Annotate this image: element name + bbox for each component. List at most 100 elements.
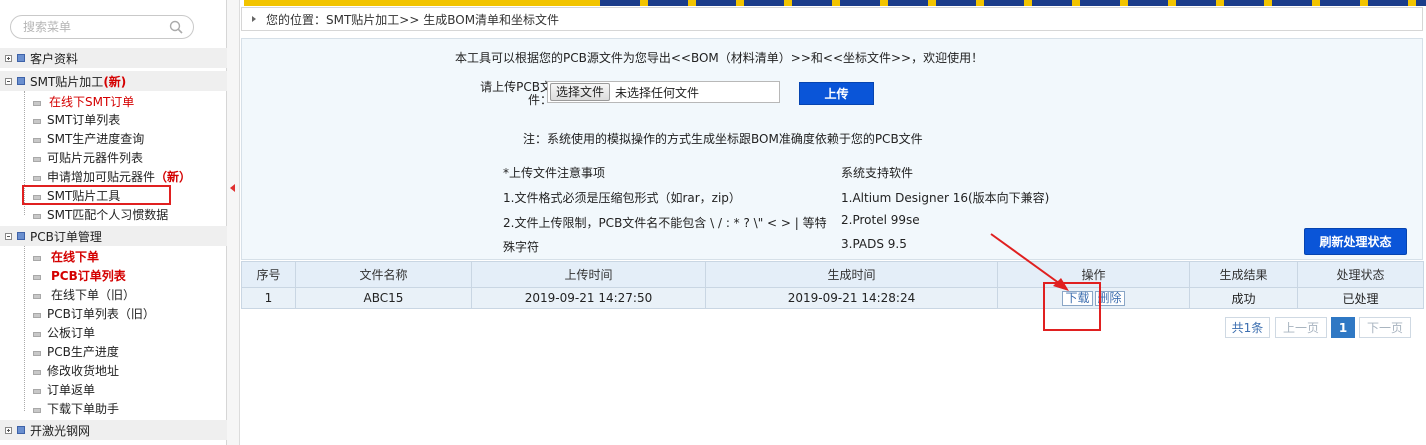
intro-text: 本工具可以根据您的PCB源文件为您导出<<BOM（材料清单）>>和<<坐标文件>… [455,51,984,65]
sidebar-item-smt-order-list[interactable]: SMT订单列表 [33,110,120,128]
menu-group-customer[interactable]: 客户资料 [0,48,227,68]
column-header: 文件名称 [295,261,472,288]
sidebar-item-online-smt-order[interactable]: 在线下SMT订单 [33,92,134,110]
page-icon [33,331,41,337]
sidebar-item-label: 可贴片元器件列表 [47,150,144,165]
new-tag: （新） [155,169,192,184]
page-icon [33,213,41,219]
cell-upload-time: 2019-09-21 14:27:50 [471,287,706,309]
sidebar-item-download-helper[interactable]: 下载下单助手 [33,399,119,417]
sidebar-item-reorder[interactable]: 订单返单 [33,380,95,398]
expand-icon[interactable] [5,54,12,62]
highlight-box-download [1043,282,1101,331]
sidebar-item-label: 在线下SMT订单 [49,94,135,109]
sidebar-item-label: SMT订单列表 [47,112,121,127]
page-1-button[interactable]: 1 [1331,317,1355,338]
page-icon [33,407,41,413]
upload-panel: 本工具可以根据您的PCB源文件为您导出<<BOM（材料清单）>>和<<坐标文件>… [241,38,1423,260]
notice-item: 2.文件上传限制，PCB文件名不能包含 \ / : * ? \" < > | 等… [503,216,827,230]
sidebar-item-edit-address[interactable]: 修改收货地址 [33,361,119,379]
menu-group-label: SMT贴片加工(新) [30,74,127,89]
sidebar-item-label: 在线下单（旧） [51,287,136,302]
software-title: 系统支持软件 [841,166,914,180]
sidebar-item-label: 订单返单 [47,382,96,397]
note-text: 注：系统使用的模拟操作的方式生成坐标跟BOM准确度依赖于您的PCB文件 [523,132,923,146]
notice-title: *上传文件注意事项 [503,166,606,180]
page-icon [33,312,41,318]
caret-right-icon [252,16,256,22]
sidebar-item-online-order-old[interactable]: 在线下单（旧） [33,285,135,303]
sidebar-item-label: SMT匹配个人习惯数据 [47,207,169,222]
prev-page-button[interactable]: 上一页 [1275,317,1327,338]
sidebar-item-public-board-order[interactable]: 公板订单 [33,323,95,341]
collapse-arrow-icon[interactable] [230,184,235,192]
sidebar-item-pcb-order-list[interactable]: PCB订单列表 [33,266,126,284]
expand-icon[interactable] [5,426,12,434]
cell-status: 已处理 [1297,287,1424,309]
menu-group-pcb[interactable]: PCB订单管理 [0,226,227,246]
cell-file-name: ABC15 [295,287,472,309]
upload-label-line: 件： [527,93,552,107]
folder-icon [17,54,25,62]
upload-label: 请上传PCB文 件： [472,81,552,107]
sidebar-item-smt-progress[interactable]: SMT生产进度查询 [33,129,144,147]
sidebar-item-label: 申请增加可贴元器件 [47,169,156,184]
page-icon [33,350,41,356]
sidebar-item-component-list[interactable]: 可贴片元器件列表 [33,148,143,166]
upload-button[interactable]: 上传 [799,82,874,105]
page-icon [33,274,41,280]
new-tag: (新) [103,74,127,89]
breadcrumb-text: 您的位置：SMT贴片加工>> 生成BOM清单和坐标文件 [266,12,560,27]
sidebar-item-smt-habit-data[interactable]: SMT匹配个人习惯数据 [33,205,168,223]
page-icon [33,369,41,375]
sidebar-item-label: PCB生产进度 [47,344,119,359]
sidebar-collapse-handle[interactable] [227,0,240,445]
software-item: 1.Altium Designer 16(版本向下兼容) [841,191,1050,205]
choose-file-button[interactable]: 选择文件 [550,83,611,101]
menu-group-label: PCB订单管理 [30,229,102,244]
sidebar-item-label: 修改收货地址 [47,363,120,378]
pagination-total: 共1条 [1225,317,1270,338]
sidebar-item-label: 在线下单 [51,249,100,264]
cell-result: 成功 [1189,287,1298,309]
sidebar-item-label: PCB订单列表（旧） [47,306,155,321]
page-icon [33,118,41,124]
page-icon [33,175,41,181]
software-item: 3.PADS 9.5 [841,237,907,251]
page-icon [33,100,41,106]
search-box[interactable] [10,15,194,39]
folder-icon [17,77,25,85]
file-input[interactable]: 选择文件 未选择任何文件 [547,81,780,103]
sidebar: 客户资料 SMT贴片加工(新) 在线下SMT订单 SMT订单列表 SMT生产进度… [0,0,227,445]
software-item: 2.Protel 99se [841,213,920,227]
next-page-button[interactable]: 下一页 [1359,317,1411,338]
notice-item: 1.文件格式必须是压缩包形式（如rar，zip） [503,191,741,205]
sidebar-item-pcb-order-list-old[interactable]: PCB订单列表（旧） [33,304,155,322]
refresh-status-button[interactable]: 刷新处理状态 [1304,228,1407,255]
file-table: 序号 文件名称 上传时间 生成时间 操作 生成结果 处理状态 1 ABC15 2… [241,261,1424,309]
column-header: 处理状态 [1297,261,1424,288]
sidebar-item-request-component[interactable]: 申请增加可贴元器件 （新） [33,167,191,185]
page-icon [33,137,41,143]
page-icon [33,388,41,394]
collapse-icon[interactable] [5,77,12,85]
tree-line [24,246,25,411]
table-row: 1 ABC15 2019-09-21 14:27:50 2019-09-21 1… [241,287,1424,309]
folder-icon [17,232,25,240]
page-icon [33,156,41,162]
search-icon[interactable] [169,20,183,34]
cell-no: 1 [241,287,296,309]
menu-group-stencil[interactable]: 开激光钢网 [0,420,227,440]
cell-gen-time: 2019-09-21 14:28:24 [705,287,998,309]
sidebar-item-label: 下载下单助手 [47,401,120,416]
column-header: 上传时间 [471,261,706,288]
page-icon [33,255,41,261]
notice-item: 殊字符 [503,240,540,254]
search-input[interactable] [23,19,163,35]
collapse-icon[interactable] [5,232,12,240]
sidebar-item-pcb-progress[interactable]: PCB生产进度 [33,342,119,360]
page-icon [33,293,41,299]
menu-group-smt[interactable]: SMT贴片加工(新) [0,71,227,91]
highlight-box-smt-tool [22,185,171,205]
sidebar-item-online-order[interactable]: 在线下单 [33,247,99,265]
